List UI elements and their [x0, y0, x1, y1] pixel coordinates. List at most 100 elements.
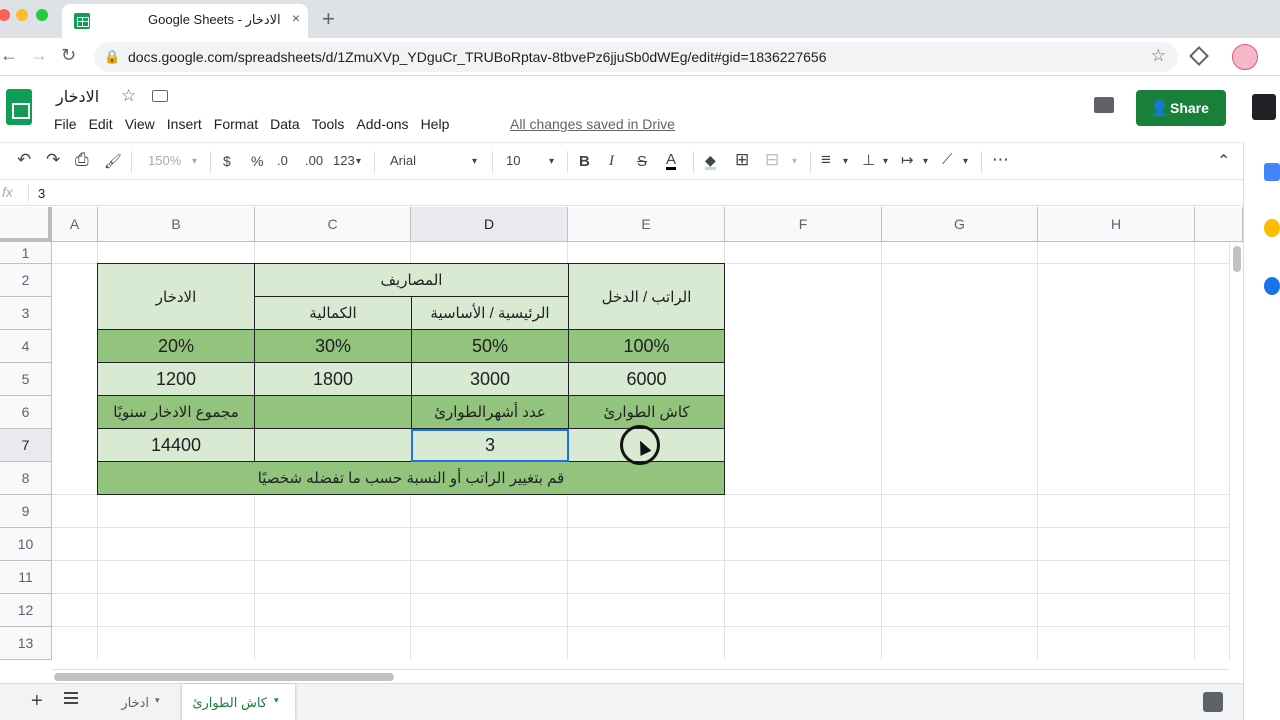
menu-view[interactable]: View [125, 116, 155, 132]
close-window-icon[interactable] [0, 9, 10, 21]
row-header-8[interactable]: 8 [0, 462, 52, 495]
row-header-10[interactable]: 10 [0, 528, 52, 561]
zoom-dropdown-arrow-icon[interactable]: ▾ [192, 156, 197, 167]
cell-c3-luxury-header[interactable]: الكمالية [254, 296, 412, 330]
menu-data[interactable]: Data [270, 116, 300, 132]
cell-b4-savings-percent[interactable]: 20% [97, 329, 255, 363]
row-header-9[interactable]: 9 [0, 495, 52, 528]
cell-b6-annual-savings-label[interactable]: مجموع الادخار سنويًا [97, 395, 255, 429]
menu-help[interactable]: Help [421, 116, 450, 132]
vertical-scroll-thumb[interactable] [1233, 246, 1241, 272]
horizontal-scrollbar[interactable] [52, 669, 1229, 683]
horizontal-align-button[interactable]: ≡ [821, 150, 831, 170]
more-formats-button[interactable]: 123 [333, 153, 355, 168]
collapse-menu-icon[interactable]: ⌃ [1217, 151, 1230, 171]
row-header-12[interactable]: 12 [0, 594, 52, 627]
url-text[interactable]: docs.google.com/spreadsheets/d/1ZmuXVp_Y… [128, 49, 826, 65]
cell-e5-income-amount[interactable]: 6000 [568, 362, 725, 396]
all-sheets-menu-icon[interactable] [64, 692, 78, 704]
comment-history-icon[interactable] [1094, 97, 1114, 113]
cell-e2-income-header[interactable]: الراتب / الدخل [568, 263, 725, 330]
cell-b2-savings-header[interactable]: الادخار [97, 263, 255, 330]
column-header-c[interactable]: C [255, 207, 411, 242]
wrap-dropdown-arrow-icon[interactable]: ▾ [923, 156, 928, 167]
menu-edit[interactable]: Edit [89, 116, 113, 132]
spreadsheet-grid[interactable]: A B C D E F G H 1 2 3 4 5 6 7 8 9 10 11 … [0, 207, 1243, 660]
row-header-1[interactable]: 1 [0, 242, 52, 264]
row-header-2[interactable]: 2 [0, 264, 52, 297]
menu-insert[interactable]: Insert [167, 116, 202, 132]
extension-icon[interactable] [1189, 46, 1209, 66]
share-button[interactable]: 👤 Share [1136, 90, 1226, 126]
active-cell-selection[interactable] [411, 429, 569, 462]
cell-d5-basic-amount[interactable]: 3000 [411, 362, 569, 396]
close-tab-icon[interactable]: × [292, 10, 300, 26]
increase-decimals-button[interactable]: .00 [305, 153, 323, 168]
cell-d3-basic-header[interactable]: الرئيسية / الأساسية [411, 296, 569, 330]
cell-c6-empty[interactable] [254, 395, 412, 429]
currency-format-button[interactable]: $ [223, 153, 231, 169]
menu-addons[interactable]: Add-ons [356, 116, 408, 132]
rotation-dropdown-arrow-icon[interactable]: ▾ [963, 156, 968, 167]
browser-tab[interactable]: Google Sheets - الادخار × [62, 4, 308, 38]
forward-icon[interactable]: → [30, 45, 48, 66]
back-icon[interactable]: ← [0, 45, 18, 66]
text-wrap-button[interactable]: ↦ [901, 151, 914, 169]
text-color-button[interactable]: A [666, 152, 677, 170]
add-sheet-icon[interactable]: + [31, 690, 43, 713]
italic-button[interactable]: I [609, 153, 614, 170]
sheet-tab-dropdown-icon[interactable]: ▾ [274, 695, 279, 706]
h-align-dropdown-arrow-icon[interactable]: ▾ [843, 156, 848, 167]
formula-input[interactable]: 3 [38, 186, 45, 201]
cell-c7-empty[interactable] [254, 428, 412, 462]
tasks-icon[interactable] [1264, 277, 1280, 295]
cell-d6-emergency-months-label[interactable]: عدد أشهرالطوارئ [411, 395, 569, 429]
cell-e6-emergency-cash-label[interactable]: كاش الطوارئ [568, 395, 725, 429]
menu-file[interactable]: File [54, 116, 77, 132]
v-align-dropdown-arrow-icon[interactable]: ▾ [883, 156, 888, 167]
column-header-h[interactable]: H [1038, 207, 1195, 242]
font-size-select[interactable]: 10 [506, 153, 520, 168]
cell-b8-footer-note[interactable]: قم بتغيير الراتب أو النسبة حسب ما تفضله … [97, 461, 725, 495]
sheet-tab-emergency-cash[interactable]: كاش الطوارئ ▾ [182, 684, 295, 720]
column-header-d[interactable]: D [411, 207, 568, 242]
meet-icon[interactable] [1252, 94, 1276, 120]
new-tab-icon[interactable]: + [322, 6, 335, 32]
vertical-align-button[interactable]: ⊥ [862, 151, 875, 169]
row-header-5[interactable]: 5 [0, 363, 52, 396]
borders-button[interactable]: ⊞ [735, 150, 749, 170]
move-folder-icon[interactable] [152, 90, 168, 102]
column-header-f[interactable]: F [725, 207, 882, 242]
menu-format[interactable]: Format [214, 116, 258, 132]
font-size-dropdown-arrow-icon[interactable]: ▾ [549, 156, 554, 167]
cell-c5-luxury-amount[interactable]: 1800 [254, 362, 412, 396]
profile-avatar[interactable] [1232, 44, 1258, 70]
column-header-a[interactable]: A [52, 207, 98, 242]
row-header-13[interactable]: 13 [0, 627, 52, 660]
cell-c4-luxury-percent[interactable]: 30% [254, 329, 412, 363]
paint-format-icon[interactable]: 🖌 [104, 153, 122, 170]
star-icon[interactable]: ☆ [121, 86, 136, 106]
more-icon[interactable]: ⋯ [992, 150, 1009, 170]
column-header-i[interactable] [1195, 207, 1243, 242]
row-header-4[interactable]: 4 [0, 330, 52, 363]
formats-dropdown-arrow-icon[interactable]: ▾ [356, 156, 361, 167]
fill-color-button[interactable]: ◆ [705, 153, 716, 170]
bold-button[interactable]: B [579, 153, 590, 170]
maximize-window-icon[interactable] [36, 9, 48, 21]
font-family-select[interactable]: Arial [390, 153, 416, 168]
font-dropdown-arrow-icon[interactable]: ▾ [472, 156, 477, 167]
column-header-b[interactable]: B [98, 207, 255, 242]
menu-tools[interactable]: Tools [312, 116, 345, 132]
cell-b7-annual-savings-value[interactable]: 14400 [97, 428, 255, 462]
text-rotation-button[interactable]: ⟋ [942, 151, 953, 168]
cell-d4-basic-percent[interactable]: 50% [411, 329, 569, 363]
cell-c2-expenses-header[interactable]: المصاريف [254, 263, 569, 297]
undo-icon[interactable]: ↶ [17, 150, 31, 170]
row-header-3[interactable]: 3 [0, 297, 52, 330]
row-header-6[interactable]: 6 [0, 396, 52, 429]
column-header-g[interactable]: G [882, 207, 1038, 242]
decrease-decimals-button[interactable]: .0 [277, 153, 288, 168]
zoom-select[interactable]: 150% [148, 153, 181, 168]
cell-b5-savings-amount[interactable]: 1200 [97, 362, 255, 396]
